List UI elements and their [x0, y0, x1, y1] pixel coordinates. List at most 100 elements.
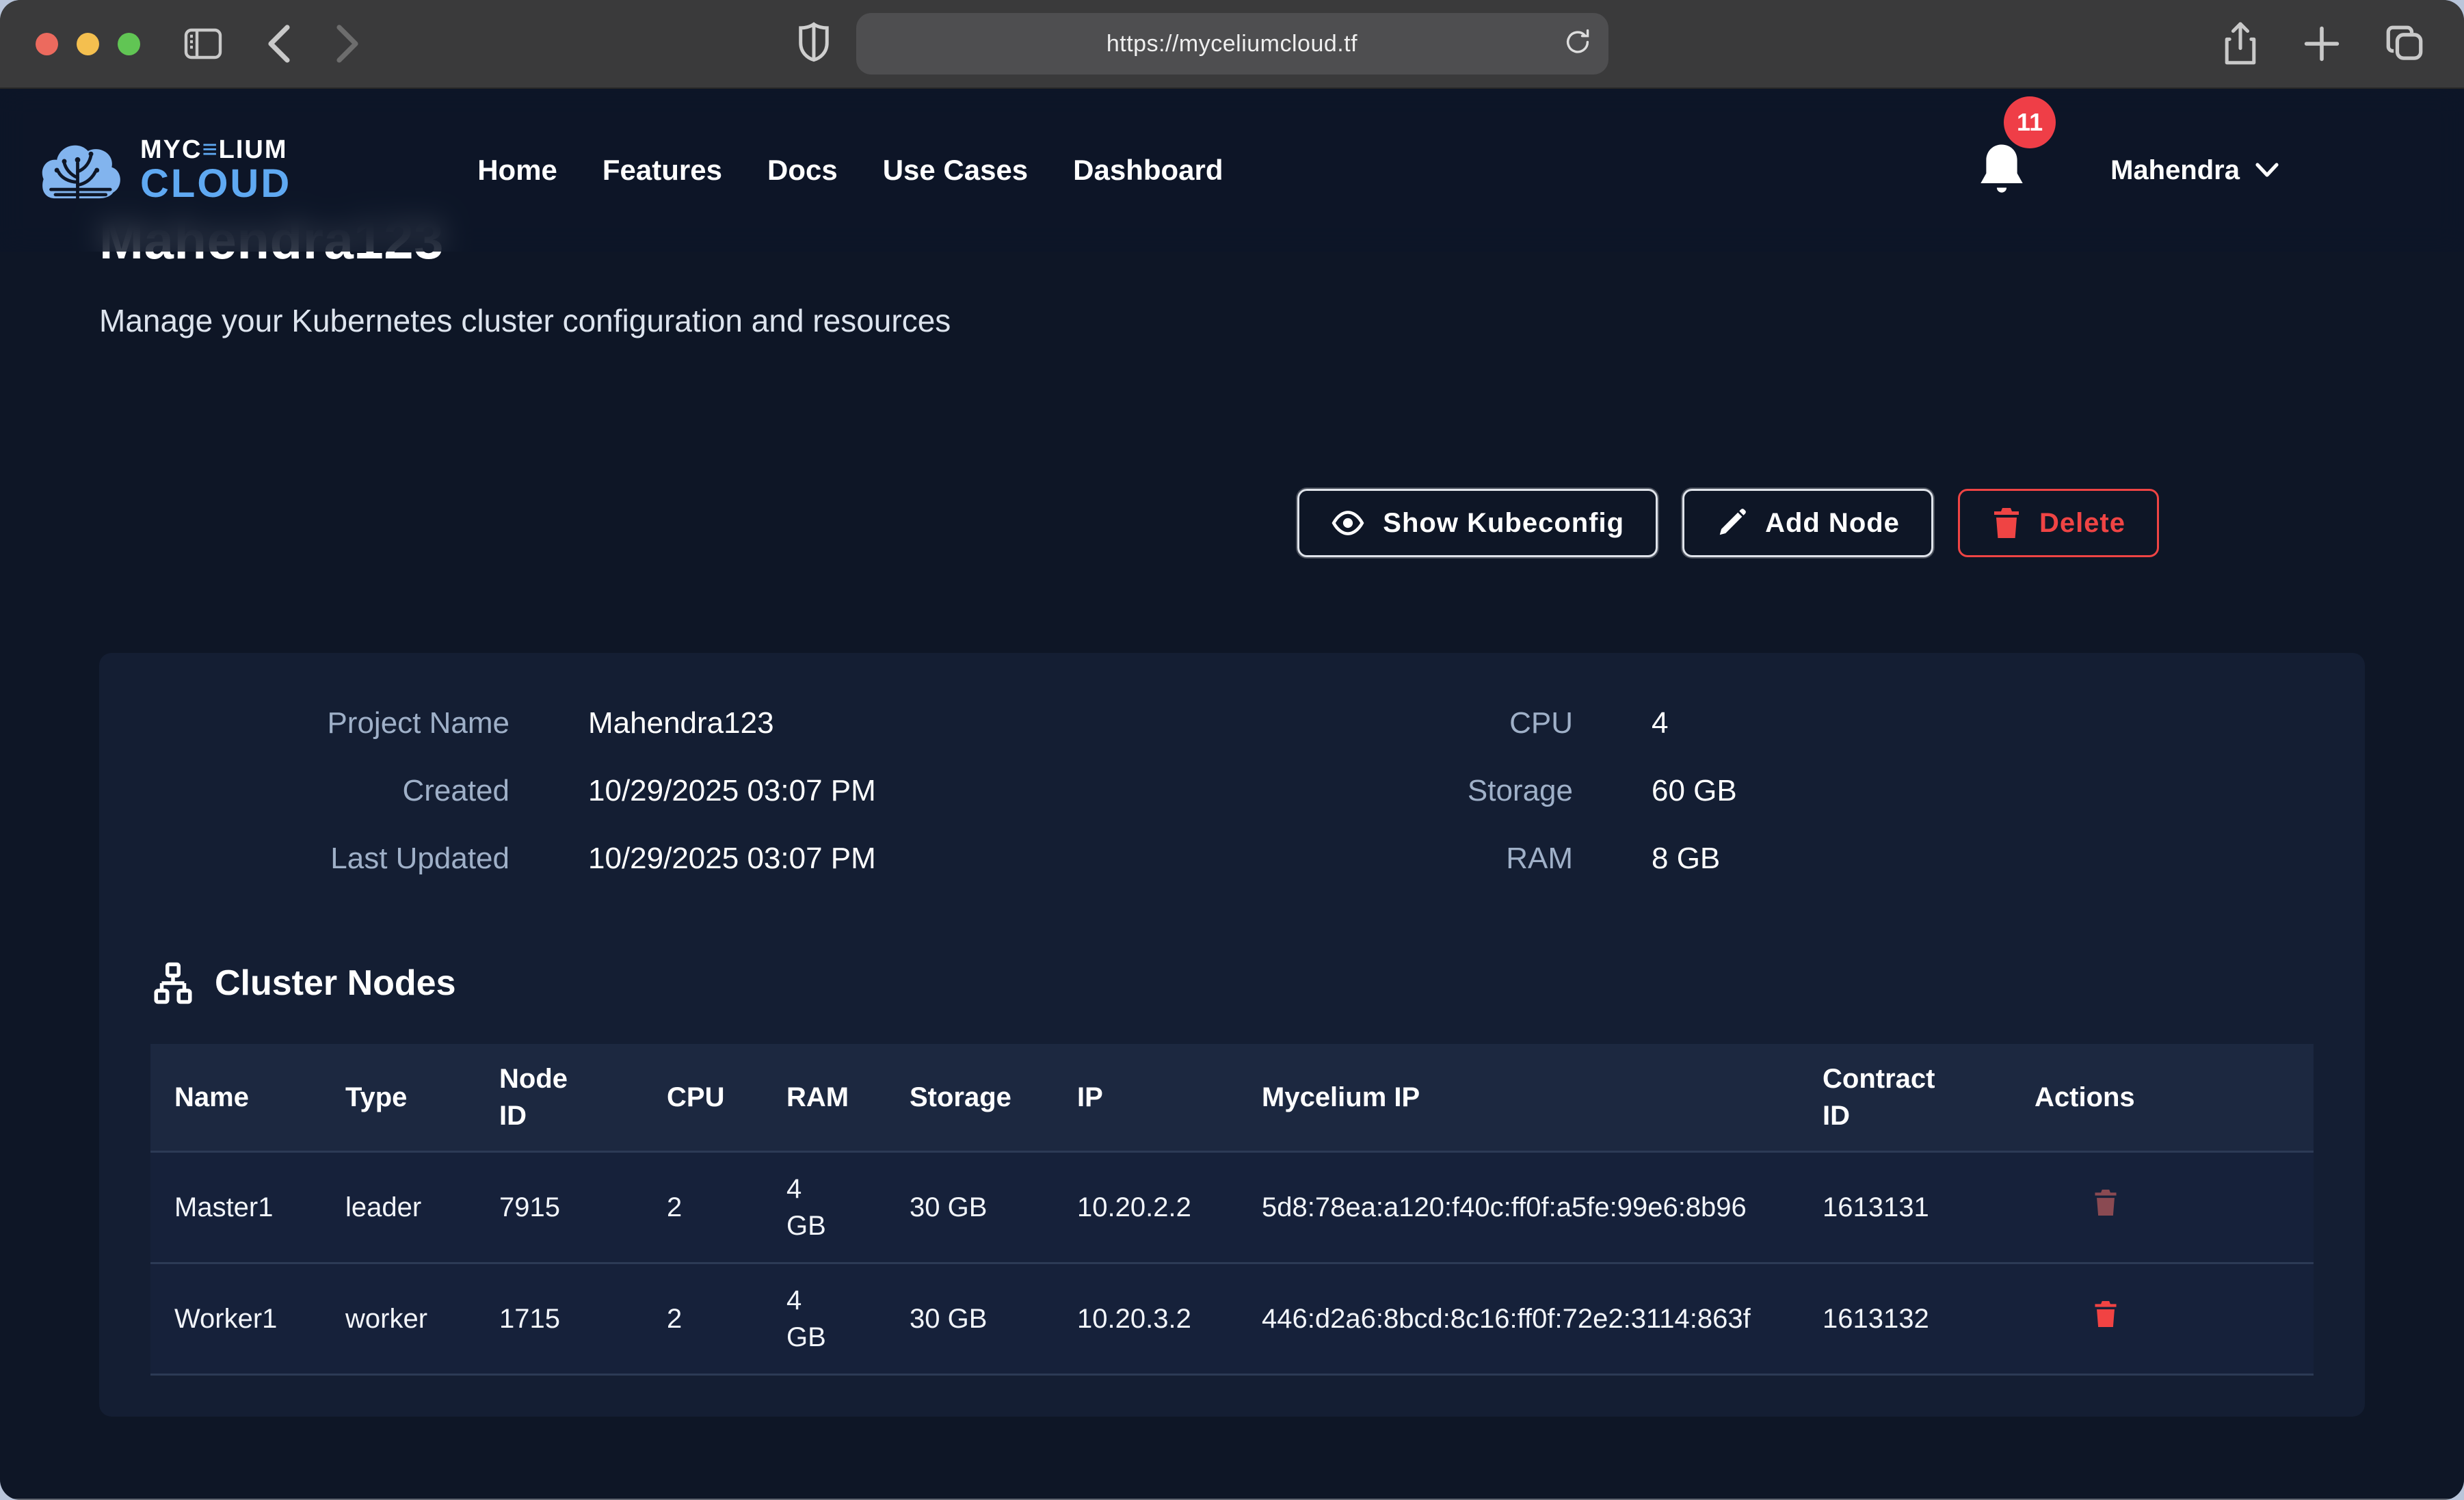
show-kubeconfig-button[interactable]: Show Kubeconfig: [1297, 489, 1658, 557]
sidebar-toggle-icon[interactable]: [184, 28, 222, 59]
forward-icon[interactable]: [333, 23, 362, 64]
cell-mycelium-ip: 5d8:78ea:a120:f40c:ff0f:a5fe:99e6:8b96: [1238, 1152, 1799, 1263]
back-icon[interactable]: [265, 23, 293, 64]
col-node-id: Node ID: [475, 1044, 643, 1152]
delete-cluster-button[interactable]: Delete: [1958, 489, 2159, 557]
col-ip: IP: [1053, 1044, 1238, 1152]
site-navbar: MYC≡LIUM CLOUD Home Features Docs Use Ca…: [0, 89, 2464, 252]
cell-ram: 4 GB: [763, 1263, 886, 1375]
storage-row: Storage 60 GB: [1368, 774, 2314, 808]
ram-value: 8 GB: [1652, 842, 1720, 876]
table-row: Worker1 worker 1715 2 4 GB 30 GB 10.20.3…: [150, 1263, 2314, 1375]
project-info: Project Name Mahendra123 Created 10/29/2…: [150, 706, 2314, 876]
cell-storage: 30 GB: [886, 1152, 1053, 1263]
project-name-value: Mahendra123: [588, 706, 774, 740]
storage-label: Storage: [1368, 774, 1573, 808]
last-updated-value: 10/29/2025 03:07 PM: [588, 842, 876, 876]
last-updated-label: Last Updated: [150, 842, 509, 876]
nav-item-features[interactable]: Features: [602, 154, 722, 187]
cell-cpu: 2: [643, 1152, 763, 1263]
col-storage: Storage: [886, 1044, 1053, 1152]
brand-logo[interactable]: MYC≡LIUM CLOUD: [38, 133, 291, 208]
cpu-label: CPU: [1368, 706, 1573, 740]
nav-item-dashboard[interactable]: Dashboard: [1073, 154, 1223, 187]
table-row: Master1 leader 7915 2 4 GB 30 GB 10.20.2…: [150, 1152, 2314, 1263]
minimize-window-button[interactable]: [77, 33, 99, 55]
share-icon[interactable]: [2222, 21, 2259, 66]
add-node-button[interactable]: Add Node: [1682, 489, 1933, 557]
browser-window: https://myceliumcloud.tf: [0, 0, 2464, 1500]
add-node-label: Add Node: [1765, 508, 1900, 539]
cpu-row: CPU 4: [1368, 706, 2314, 740]
cluster-actions-row: Show Kubeconfig Add Node Delete: [0, 489, 2464, 557]
chevron-down-icon: [2255, 162, 2279, 178]
cluster-nodes-heading: Cluster Nodes: [150, 961, 2314, 1006]
cell-cpu: 2: [643, 1263, 763, 1375]
cell-type: worker: [321, 1263, 475, 1375]
tab-overview-icon[interactable]: [2385, 24, 2424, 64]
delete-node-icon[interactable]: [2093, 1304, 2119, 1335]
close-window-button[interactable]: [36, 33, 58, 55]
col-type: Type: [321, 1044, 475, 1152]
nav-item-use-cases[interactable]: Use Cases: [883, 154, 1028, 187]
cell-contract-id: 1613131: [1799, 1152, 2011, 1263]
brand-name-top: MYC≡LIUM: [140, 137, 291, 163]
cell-actions: [2011, 1263, 2314, 1375]
user-name: Mahendra: [2110, 155, 2240, 186]
cell-ram: 4 GB: [763, 1152, 886, 1263]
zoom-window-button[interactable]: [118, 33, 140, 55]
cell-mycelium-ip: 446:d2a6:8bcd:8c16:ff0f:72e2:3114:863f: [1238, 1263, 1799, 1375]
page-body: Mahendra123 Manage your Kubernetes clust…: [0, 89, 2464, 1499]
cell-node-id: 7915: [475, 1152, 643, 1263]
created-label: Created: [150, 774, 509, 808]
table-header-row: Name Type Node ID CPU RAM Storage IP Myc…: [150, 1044, 2314, 1152]
ram-row: RAM 8 GB: [1368, 842, 2314, 876]
trash-icon: [1991, 507, 2022, 539]
col-ram: RAM: [763, 1044, 886, 1152]
user-menu[interactable]: Mahendra: [2110, 155, 2279, 186]
reload-icon[interactable]: [1562, 27, 1593, 62]
cell-ip: 10.20.2.2: [1053, 1152, 1238, 1263]
eye-icon: [1331, 506, 1365, 540]
notifications-button[interactable]: 11: [1975, 140, 2028, 201]
cell-node-id: 1715: [475, 1263, 643, 1375]
ram-label: RAM: [1368, 842, 1573, 876]
browser-toolbar: https://myceliumcloud.tf: [0, 0, 2464, 89]
created-row: Created 10/29/2025 03:07 PM: [150, 774, 1368, 808]
nav-item-home[interactable]: Home: [477, 154, 557, 187]
url-text: https://myceliumcloud.tf: [1107, 31, 1357, 57]
created-value: 10/29/2025 03:07 PM: [588, 774, 876, 808]
nav-links: Home Features Docs Use Cases Dashboard: [477, 154, 1223, 187]
delete-node-icon[interactable]: [2093, 1193, 2119, 1223]
col-name: Name: [150, 1044, 321, 1152]
window-controls: [36, 33, 140, 55]
cell-actions: [2011, 1152, 2314, 1263]
cell-type: leader: [321, 1152, 475, 1263]
cell-name: Master1: [150, 1152, 321, 1263]
project-card: Project Name Mahendra123 Created 10/29/2…: [99, 653, 2365, 1417]
notification-badge: 11: [2004, 96, 2056, 148]
col-actions: Actions: [2011, 1044, 2314, 1152]
col-cpu: CPU: [643, 1044, 763, 1152]
network-nodes-icon: [150, 961, 196, 1006]
cell-name: Worker1: [150, 1263, 321, 1375]
mycelium-cloud-logo-icon: [38, 133, 127, 208]
col-mycelium-ip: Mycelium IP: [1238, 1044, 1799, 1152]
cell-storage: 30 GB: [886, 1263, 1053, 1375]
project-name-label: Project Name: [150, 706, 509, 740]
page-subtitle: Manage your Kubernetes cluster configura…: [99, 302, 2464, 340]
bell-icon: [1975, 140, 2028, 198]
col-contract-id: Contract ID: [1799, 1044, 2011, 1152]
delete-label: Delete: [2039, 508, 2125, 539]
cpu-value: 4: [1652, 706, 1668, 740]
last-updated-row: Last Updated 10/29/2025 03:07 PM: [150, 842, 1368, 876]
pencil-icon: [1716, 507, 1747, 539]
cluster-nodes-table: Name Type Node ID CPU RAM Storage IP Myc…: [150, 1044, 2314, 1376]
nav-item-docs[interactable]: Docs: [767, 154, 838, 187]
privacy-shield-icon[interactable]: [799, 23, 829, 66]
brand-name-bottom: CLOUD: [140, 164, 291, 204]
address-bar[interactable]: https://myceliumcloud.tf: [856, 13, 1608, 75]
cluster-nodes-title: Cluster Nodes: [215, 963, 456, 1004]
new-tab-icon[interactable]: [2303, 25, 2341, 63]
show-kubeconfig-label: Show Kubeconfig: [1383, 508, 1624, 539]
